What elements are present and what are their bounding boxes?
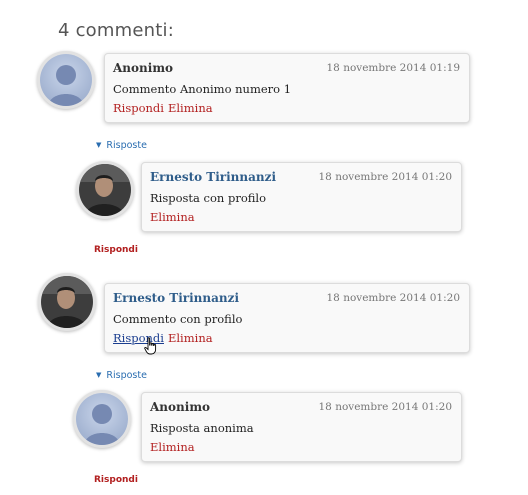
- reply-date: 18 novembre 2014 01:20: [318, 171, 453, 183]
- profile-photo: [76, 161, 134, 219]
- comment-card: Ernesto Tirinnanzi 18 novembre 2014 01:2…: [104, 283, 470, 353]
- replies-toggle-label: Risposte: [106, 140, 147, 151]
- reply-text: Risposta con profilo: [150, 191, 267, 205]
- comment-author[interactable]: Ernesto Tirinnanzi: [113, 291, 239, 305]
- comment-author: Anonimo: [113, 61, 174, 75]
- replies-toggle[interactable]: ▼ Risposte: [96, 140, 147, 151]
- comments-heading: 4 commenti:: [58, 20, 174, 41]
- delete-link[interactable]: Elimina: [168, 101, 213, 115]
- replies-toggle[interactable]: ▼ Risposte: [96, 370, 147, 381]
- reply-author[interactable]: Ernesto Tirinnanzi: [150, 170, 276, 184]
- reply-card: Ernesto Tirinnanzi 18 novembre 2014 01:2…: [141, 162, 462, 232]
- delete-link[interactable]: Elimina: [168, 331, 213, 345]
- comment-text: Commento con profilo: [113, 312, 243, 326]
- reply-card: Anonimo 18 novembre 2014 01:20 Risposta …: [141, 392, 462, 462]
- thread-reply-link[interactable]: Rispondi: [94, 245, 138, 255]
- comment-date: 18 novembre 2014 01:19: [326, 62, 461, 74]
- profile-photo: [38, 273, 96, 331]
- triangle-down-icon: ▼: [96, 141, 102, 149]
- anonymous-avatar-icon: [37, 51, 95, 109]
- reply-author: Anonimo: [150, 400, 211, 414]
- triangle-down-icon: ▼: [96, 371, 102, 379]
- reply-link[interactable]: Rispondi: [113, 101, 164, 115]
- hand-cursor-icon: [144, 337, 157, 355]
- replies-toggle-label: Risposte: [106, 370, 147, 381]
- delete-link[interactable]: Elimina: [150, 440, 195, 454]
- thread-reply-link[interactable]: Rispondi: [94, 475, 138, 485]
- reply-text: Risposta anonima: [150, 421, 254, 435]
- reply-date: 18 novembre 2014 01:20: [318, 401, 453, 413]
- delete-link[interactable]: Elimina: [150, 210, 195, 224]
- comment-date: 18 novembre 2014 01:20: [326, 292, 461, 304]
- comment-card: Anonimo 18 novembre 2014 01:19 Commento …: [104, 53, 470, 123]
- comment-text: Commento Anonimo numero 1: [113, 82, 292, 96]
- anonymous-avatar-icon: [73, 390, 131, 448]
